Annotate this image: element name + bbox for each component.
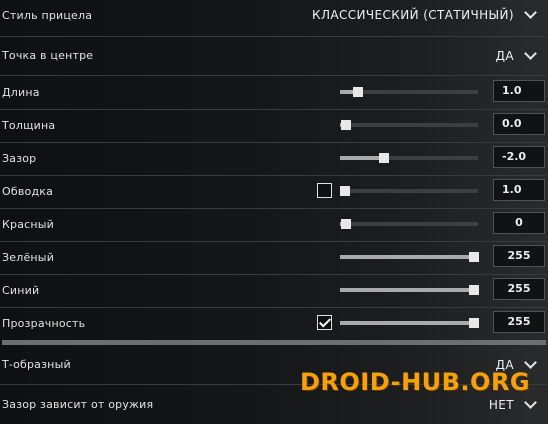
slider-label: Длина [2,86,40,99]
slider-label: Толщина [2,119,56,132]
slider-track[interactable] [340,153,478,163]
slider-value-field[interactable]: 0 [493,212,545,234]
slider-row: Зазор -2.0 [0,142,548,175]
checkbox-unchecked[interactable] [317,183,332,198]
slider-track[interactable] [340,285,479,295]
slider-track[interactable] [340,87,478,97]
slider-label: Обводка [2,185,54,198]
slider-track[interactable] [340,219,478,229]
crosshair-style-row: Стиль прицела КЛАССИЧЕСКИЙ (СТАТИЧНЫЙ) [0,0,548,36]
slider-label: Синий [2,284,40,297]
slider-row: Обводка 1.0 [0,175,548,208]
slider-value-field[interactable]: 1.0 [493,80,545,102]
checkbox-checked[interactable] [317,315,332,330]
slider-track[interactable] [340,252,479,262]
slider-thumb[interactable] [340,186,350,196]
center-dot-label: Точка в центре [2,49,94,62]
section-divider [2,340,546,345]
slider-thumb[interactable] [469,252,479,262]
crosshair-style-dropdown[interactable]: КЛАССИЧЕСКИЙ (СТАТИЧНЫЙ) [312,6,538,22]
slider-value-field[interactable]: -2.0 [493,146,545,168]
slider-value-field[interactable]: 0.0 [493,113,545,135]
slider-row: Красный 0 [0,208,548,241]
slider-track[interactable] [340,318,479,328]
slider-fill [340,288,474,292]
slider-track[interactable] [340,186,478,196]
crosshair-style-value: КЛАССИЧЕСКИЙ (СТАТИЧНЫЙ) [312,8,514,22]
slider-label: Прозрачность [2,317,86,330]
weapon-gap-dropdown[interactable]: НЕТ [488,396,538,412]
t-shaped-label: Т-образный [2,358,71,371]
slider-label: Зазор [2,152,37,165]
slider-value-field[interactable]: 255 [493,311,545,333]
chevron-down-icon [524,47,537,60]
slider-label: Зелёный [2,251,55,264]
slider-value-field[interactable]: 255 [493,278,545,300]
watermark-logo: DROID-HUB.ORG [300,368,531,396]
slider-row: Длина 1.0 [0,76,548,109]
slider-thumb[interactable] [341,120,351,130]
slider-thumb[interactable] [469,285,479,295]
slider-row: Прозрачность 255 [0,307,548,340]
slider-thumb[interactable] [341,219,351,229]
chevron-down-icon [524,356,537,369]
slider-thumb[interactable] [469,318,479,328]
slider-row: Синий 255 [0,274,548,307]
slider-thumb[interactable] [353,87,363,97]
slider-track[interactable] [340,120,478,130]
slider-value-field[interactable]: 255 [493,245,545,267]
weapon-gap-value: НЕТ [488,398,514,412]
weapon-gap-label: Зазор зависит от оружия [2,398,154,411]
slider-label: Красный [2,218,55,231]
slider-fill [340,321,474,325]
center-dot-dropdown[interactable]: ДА [495,47,538,63]
slider-fill [340,156,384,160]
chevron-down-icon [524,6,537,19]
slider-value-field[interactable]: 1.0 [493,179,545,201]
crosshair-style-label: Стиль прицела [2,9,93,22]
slider-fill [340,255,474,259]
slider-thumb[interactable] [379,153,389,163]
slider-row: Толщина 0.0 [0,109,548,142]
slider-row: Зелёный 255 [0,241,548,274]
center-dot-row: Точка в центре ДА [0,37,548,75]
center-dot-value: ДА [495,49,514,63]
chevron-down-icon [524,396,537,409]
